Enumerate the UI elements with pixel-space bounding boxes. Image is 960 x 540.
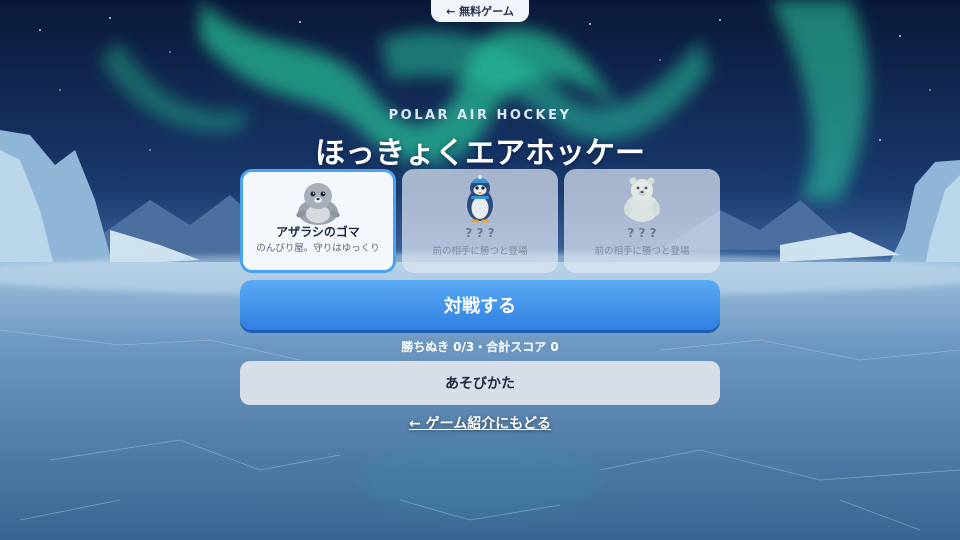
back-to-intro-link[interactable]: ← ゲーム紹介にもどる [0, 413, 960, 433]
game-subtitle: POLAR AIR HOCKEY [388, 108, 572, 123]
how-to-play-button[interactable]: あそびかた [240, 361, 720, 405]
opponent-name: ? ? ? [465, 226, 495, 240]
game-title: ほっきょくエアホッケー [315, 136, 645, 171]
penguin-icon [467, 175, 493, 223]
opponent-card-polar-bear-locked[interactable]: ? ? ? 前の相手に勝つと登場 [564, 169, 720, 273]
opponent-name: アザラシのゴマ [276, 225, 360, 239]
opponent-name: ? ? ? [627, 226, 657, 240]
opponent-description: 前の相手に勝つと登場 [594, 246, 690, 257]
progress-score-text: 勝ちぬき 0/3・合計スコア 0 [401, 340, 559, 354]
seal-icon [296, 183, 340, 225]
opponent-description: 前の相手に勝つと登場 [432, 246, 528, 257]
start-battle-button[interactable]: 対戦する [240, 280, 720, 330]
opponent-description: のんびり屋。守りはゆっくり [256, 243, 380, 254]
opponent-card-penguin-locked[interactable]: ? ? ? 前の相手に勝つと登場 [402, 169, 558, 273]
polar-bear-icon [624, 177, 660, 222]
free-games-back-button[interactable]: ← 無料ゲーム [431, 0, 529, 22]
opponent-card-seal[interactable]: アザラシのゴマ のんびり屋。守りはゆっくり [240, 169, 396, 273]
